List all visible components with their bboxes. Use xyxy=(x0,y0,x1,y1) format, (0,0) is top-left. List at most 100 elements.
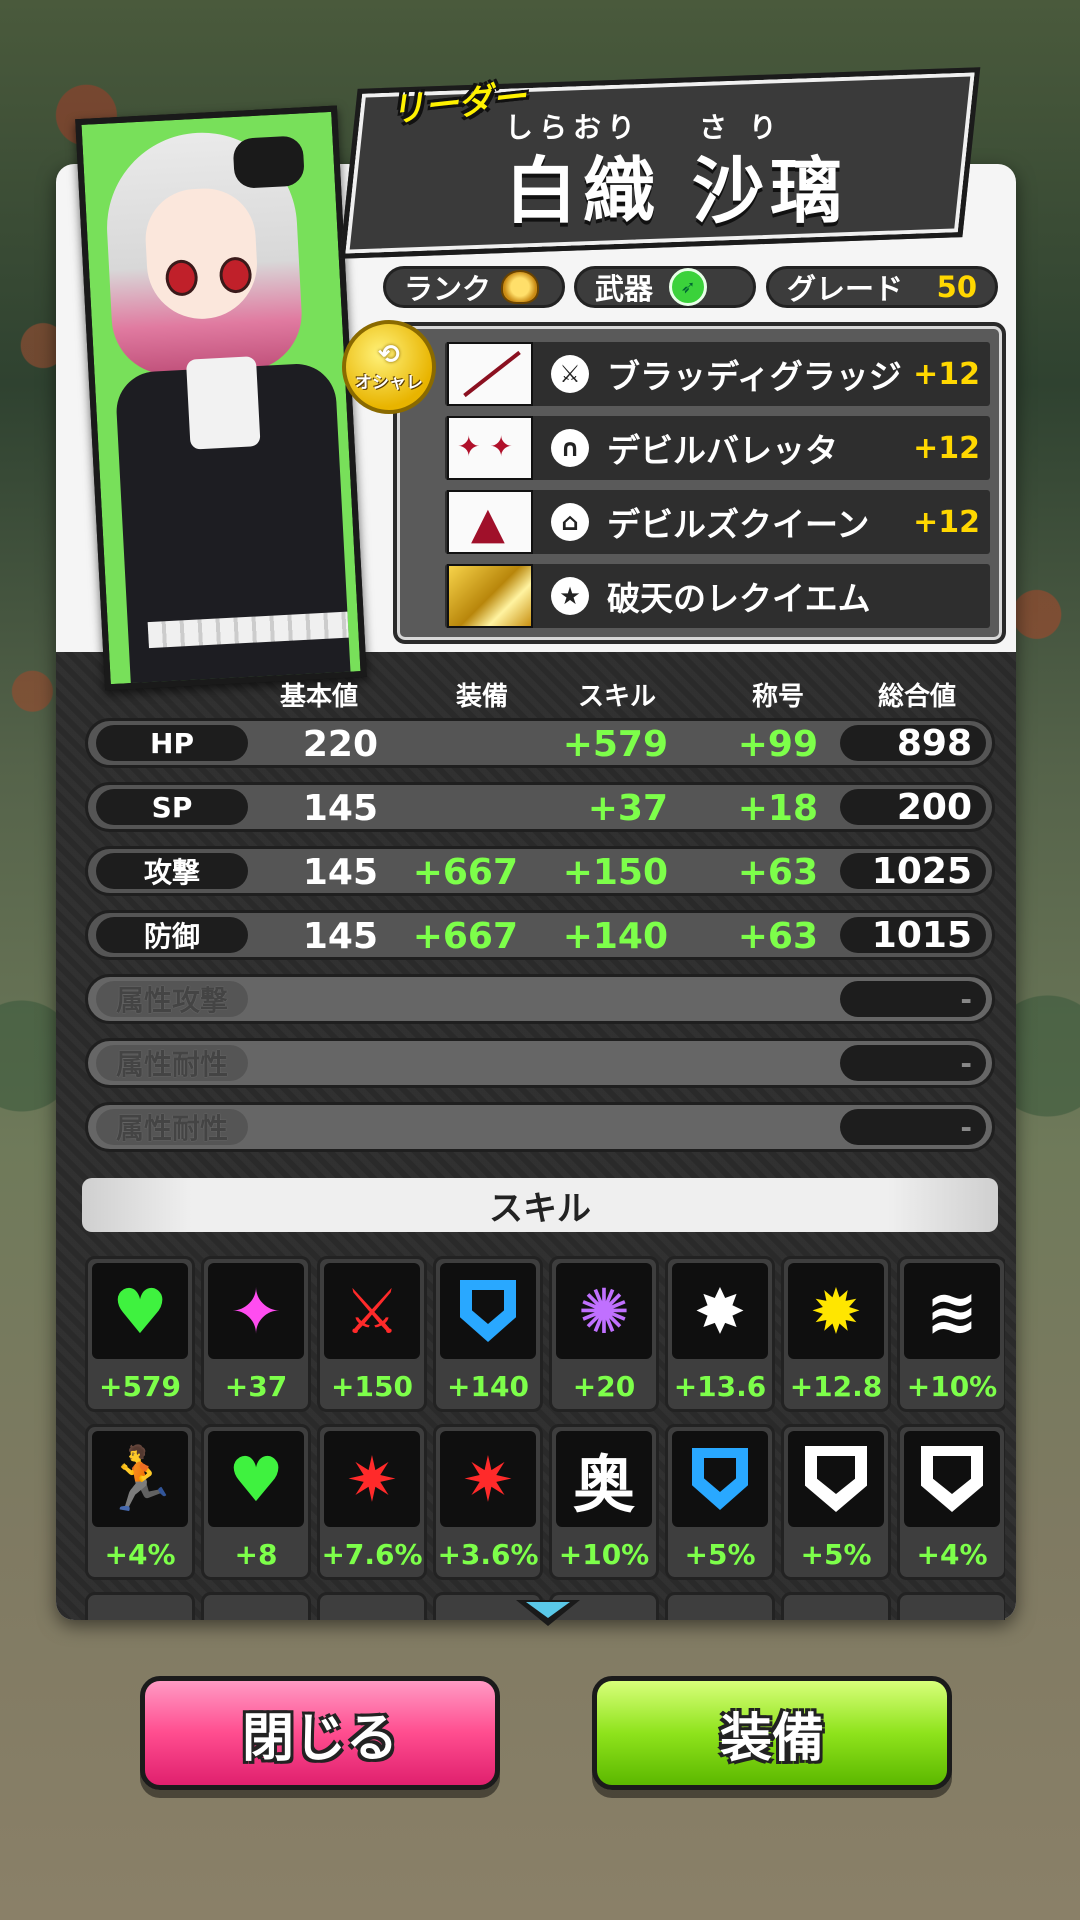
skill-cell[interactable]: ♥ +8 xyxy=(201,1424,311,1580)
skill-cell[interactable]: ≋ +10% xyxy=(897,1256,1005,1412)
skill-value: +5% xyxy=(800,1538,872,1571)
skill-cell[interactable]: ✦ +37 xyxy=(201,1256,311,1412)
skill-cell[interactable]: ✷ +3.6% xyxy=(433,1424,543,1580)
skill-cell[interactable] xyxy=(85,1592,195,1620)
sword-icon: ⚔ xyxy=(551,355,589,393)
swirl-icon: ✺ xyxy=(556,1263,652,1359)
stat-skill: +140 xyxy=(562,916,668,957)
special-thumbnail xyxy=(447,564,533,628)
skill-value: +579 xyxy=(99,1370,181,1403)
skill-value: +13.6 xyxy=(673,1370,767,1403)
dash-icon: ≋ xyxy=(904,1263,1000,1359)
costume-thumbnail xyxy=(447,490,533,554)
equipment-slot-costume[interactable]: ⌂ デビルズクイーン +12 xyxy=(445,490,990,554)
stat-label: 属性攻撃 xyxy=(96,981,248,1017)
weapon-thumbnail xyxy=(447,342,533,406)
stat-equip: +667 xyxy=(412,852,518,893)
star-icon: ★ xyxy=(551,577,589,615)
heart-icon: ♥ xyxy=(92,1263,188,1359)
grade-label: グレード xyxy=(787,272,904,306)
stat-total: 898 xyxy=(840,723,986,764)
stat-skill: +150 xyxy=(562,852,668,893)
equipment-level: +12 xyxy=(913,430,980,466)
dress-icon: ⌂ xyxy=(551,503,589,541)
stat-row-element-resist-2: 属性耐性 - xyxy=(85,1102,995,1152)
stat-row-element-resist: 属性耐性 - xyxy=(85,1038,995,1088)
skill-grid[interactable]: ♥ +579 ✦ +37 ⚔ +150 +140 ✺ +20 ✸ +13.6 ✹… xyxy=(85,1256,1005,1620)
header-skill: スキル xyxy=(578,682,657,712)
weapon-pill[interactable]: 武器 ➶ xyxy=(574,266,756,308)
skill-cell[interactable]: 奥 +10% xyxy=(549,1424,659,1580)
stat-total: 1025 xyxy=(840,851,986,892)
rank-label: ランク xyxy=(404,272,492,306)
skill-value: +4% xyxy=(104,1538,176,1571)
skill-cell[interactable]: 🏃 +4% xyxy=(85,1424,195,1580)
sword-icon: ⚔ xyxy=(324,1263,420,1359)
character-portrait xyxy=(75,105,367,691)
skill-cell[interactable]: ♥ +579 xyxy=(85,1256,195,1412)
equipment-slot-head[interactable]: ∩ デビルバレッタ +12 xyxy=(445,416,990,480)
skill-value: +12.8 xyxy=(789,1370,883,1403)
close-button[interactable]: 閉じる xyxy=(140,1676,500,1790)
equipment-slot-special[interactable]: ★ 破天のレクイエム xyxy=(445,564,990,628)
skill-cell[interactable] xyxy=(665,1592,775,1620)
stat-total: 1015 xyxy=(840,915,986,956)
equip-button[interactable]: 装備 xyxy=(592,1676,952,1790)
stat-total: - xyxy=(840,1045,986,1081)
cycle-icon: ⟲ xyxy=(378,339,400,370)
skill-cell[interactable] xyxy=(897,1592,1005,1620)
skill-cell[interactable]: ✺ +20 xyxy=(549,1256,659,1412)
skill-value: +10% xyxy=(906,1370,998,1403)
skill-cell[interactable] xyxy=(201,1592,311,1620)
skill-cell[interactable]: ✹ +12.8 xyxy=(781,1256,891,1412)
skill-cell[interactable]: +5% xyxy=(665,1424,775,1580)
stat-row-hp: HP 220 +579 +99 898 xyxy=(85,718,995,768)
skill-value: +3.6% xyxy=(437,1538,539,1571)
grade-pill[interactable]: グレード 50 xyxy=(766,266,998,308)
header-equip: 装備 xyxy=(456,682,509,712)
stat-label: 属性耐性 xyxy=(96,1109,248,1145)
skill-cell[interactable]: +140 xyxy=(433,1256,543,1412)
stat-skill: +37 xyxy=(587,788,668,829)
skill-cell[interactable]: +5% xyxy=(781,1424,891,1580)
stat-skill: +579 xyxy=(562,724,668,765)
skill-value: +7.6% xyxy=(321,1538,423,1571)
stat-row-defense: 防御 145 +667 +140 +63 1015 xyxy=(85,910,995,960)
headgear-icon: ∩ xyxy=(551,429,589,467)
kanji-oku-icon: 奥 xyxy=(556,1431,652,1527)
skill-cell[interactable]: ✷ +7.6% xyxy=(317,1424,427,1580)
fashion-label: オシャレ xyxy=(355,372,423,393)
skill-cell[interactable]: +4% xyxy=(897,1424,1005,1580)
stun-icon: ✹ xyxy=(788,1263,884,1359)
skill-cell[interactable] xyxy=(781,1592,891,1620)
skill-value: +140 xyxy=(447,1370,529,1403)
fashion-toggle-button[interactable]: ⟲ オシャレ xyxy=(342,320,436,414)
equipment-slot-weapon[interactable]: ⚔ ブラッディグラッジ +12 xyxy=(445,342,990,406)
skill-cell[interactable] xyxy=(317,1592,427,1620)
stat-label: 属性耐性 xyxy=(96,1045,248,1081)
stat-base: 145 xyxy=(302,852,378,893)
equipment-list: ⚔ ブラッディグラッジ +12 ∩ デビルバレッタ +12 ⌂ デビルズクイーン… xyxy=(393,322,1006,644)
equipment-name: デビルバレッタ xyxy=(607,431,838,470)
rank-pill[interactable]: ランク xyxy=(383,266,565,308)
stat-base: 145 xyxy=(302,916,378,957)
skill-cell[interactable]: ⚔ +150 xyxy=(317,1256,427,1412)
stat-title: +63 xyxy=(737,852,818,893)
stat-label: SP xyxy=(96,789,248,825)
stat-total: - xyxy=(840,981,986,1017)
stat-title: +99 xyxy=(737,724,818,765)
skill-value: +37 xyxy=(224,1370,288,1403)
stat-label: 攻撃 xyxy=(96,853,248,889)
shield-icon xyxy=(440,1263,536,1359)
weapon-type-icon: ➶ xyxy=(669,268,708,306)
skill-cell[interactable]: ✸ +13.6 xyxy=(665,1256,775,1412)
skill-value: +10% xyxy=(558,1538,650,1571)
skill-value: +20 xyxy=(572,1370,636,1403)
stat-label: 防御 xyxy=(96,917,248,953)
equipment-name: デビルズクイーン xyxy=(607,505,870,544)
scroll-down-icon[interactable] xyxy=(516,1600,580,1626)
knockback-icon: ✸ xyxy=(672,1263,768,1359)
skill-value: +5% xyxy=(684,1538,756,1571)
equipment-level: +12 xyxy=(913,504,980,540)
stat-title: +18 xyxy=(737,788,818,829)
